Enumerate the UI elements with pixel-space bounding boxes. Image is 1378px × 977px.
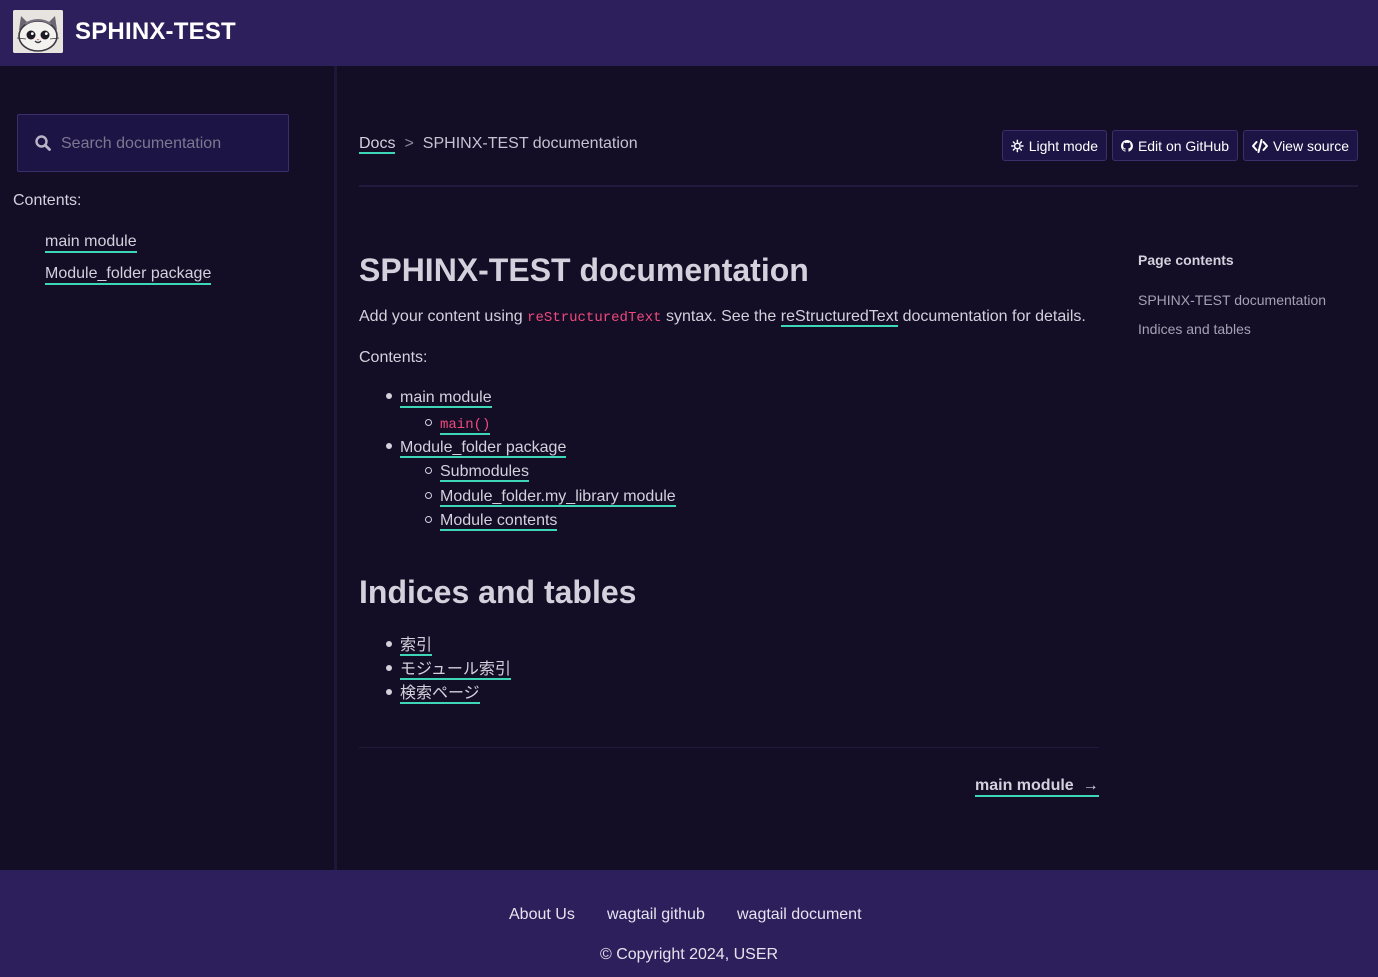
arrow-right-icon: → (1082, 777, 1099, 794)
github-icon (1121, 139, 1133, 152)
section-heading-indices: Indices and tables (359, 574, 637, 610)
code-icon (1252, 138, 1268, 153)
edit-on-github-label: Edit on GitHub (1137, 137, 1229, 154)
page-contents-title: Page contents (1138, 252, 1234, 268)
page-contents-item[interactable]: Indices and tables (1138, 321, 1251, 337)
sidebar-item-main-module[interactable]: main module (45, 233, 137, 253)
page-title: SPHINX-TEST documentation (359, 252, 809, 288)
toc-link-module-contents[interactable]: Module contents (440, 512, 558, 531)
top-bar: SPHINX-TEST (0, 0, 1378, 66)
copyright: © Copyright 2024, USER (599, 946, 779, 963)
toc-link-main-function[interactable]: main() (440, 417, 491, 435)
bullet (386, 689, 392, 695)
edit-on-github-button[interactable]: Edit on GitHub (1112, 130, 1238, 161)
light-mode-label: Light mode (1028, 137, 1098, 154)
search-icon (34, 134, 52, 152)
list-item: Submodules (425, 463, 529, 482)
toc-link-my-library-module[interactable]: Module_folder.my_library module (440, 488, 676, 507)
toc-link-main-module[interactable]: main module (400, 389, 492, 408)
cat-face-icon[interactable] (13, 10, 63, 53)
bullet (386, 443, 392, 449)
bullet (386, 393, 392, 399)
toc-link-submodules[interactable]: Submodules (440, 463, 529, 482)
sidebar: Contents: main module Module_folder pack… (0, 66, 337, 870)
bullet (425, 516, 432, 523)
module-index-link[interactable]: モジュール索引 (400, 661, 511, 680)
list-item: Module_folder.my_library module (425, 488, 676, 507)
light-mode-button[interactable]: Light mode (1002, 130, 1107, 161)
footer-link-wagtail-github[interactable]: wagtail github (607, 906, 705, 924)
next-page-link[interactable]: main module → (975, 777, 1099, 797)
breadcrumb: Docs > SPHINX-TEST documentation (359, 135, 638, 154)
intro-text: Add your content using (359, 308, 523, 325)
sidebar-item-module-folder-package[interactable]: Module_folder package (45, 265, 212, 285)
view-source-label: View source (1272, 137, 1349, 154)
next-page-label: main module (975, 777, 1074, 794)
inline-code: reStructuredText (527, 310, 662, 326)
intro-text: syntax. See the (666, 308, 777, 325)
list-item: Module_folder package (386, 439, 567, 458)
list-item: Module contents (425, 512, 558, 531)
breadcrumb-current: SPHINX-TEST documentation (422, 135, 638, 152)
bullet (386, 641, 392, 647)
sun-icon (1011, 139, 1024, 152)
list-item: 検索ページ (386, 679, 480, 704)
list-item: main() (425, 415, 491, 435)
bullet (425, 419, 432, 426)
footer-link-about-us[interactable]: About Us (509, 906, 575, 924)
toc-link-module-folder-package[interactable]: Module_folder package (400, 439, 567, 458)
bullet (425, 492, 432, 499)
bullet (386, 665, 392, 671)
page-contents-item[interactable]: SPHINX-TEST documentation (1138, 292, 1326, 308)
contents-label: Contents: (359, 349, 428, 366)
footer-link-wagtail-document[interactable]: wagtail document (737, 906, 862, 924)
site-title[interactable]: SPHINX-TEST (75, 18, 236, 46)
index-link[interactable]: 索引 (400, 637, 433, 656)
breadcrumb-separator: > (404, 135, 414, 152)
search-input[interactable] (61, 131, 281, 157)
list-item: モジュール索引 (386, 655, 511, 680)
footer: About Us wagtail github wagtail document… (0, 870, 1378, 977)
search-box[interactable] (17, 114, 289, 172)
restructuredtext-link[interactable]: reStructuredText (780, 308, 899, 327)
intro-text: documentation for details. (902, 308, 1086, 325)
list-item: 索引 (386, 631, 433, 656)
sidebar-contents-label: Contents: (13, 192, 82, 209)
divider (359, 185, 1358, 187)
intro-paragraph: Add your content using reStructuredText … (359, 308, 1086, 327)
list-item: main module (386, 389, 492, 408)
breadcrumb-docs-link[interactable]: Docs (359, 135, 396, 154)
divider (359, 747, 1099, 748)
view-source-button[interactable]: View source (1243, 130, 1358, 161)
search-page-link[interactable]: 検索ページ (400, 685, 480, 704)
bullet (425, 467, 432, 474)
